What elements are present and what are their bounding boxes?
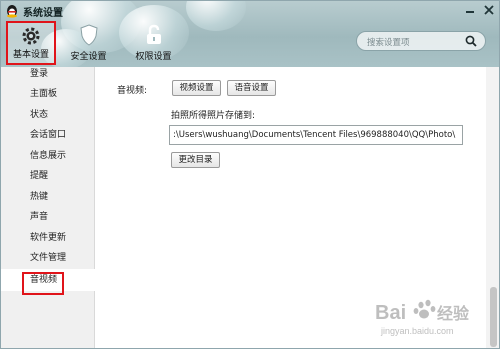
sidebar-item-reminder[interactable]: 提醒	[1, 166, 95, 186]
sidebar-item-status[interactable]: 状态	[1, 105, 95, 125]
tab-label: 权限设置	[135, 52, 172, 62]
minimize-icon	[466, 11, 474, 13]
audio-video-section-label: 音视频:	[117, 86, 148, 96]
tab-label: 安全设置	[70, 52, 107, 62]
tab-security-settings[interactable]: 安全设置	[61, 21, 116, 65]
settings-window: 系统设置 基本设置 安全设置 权限设置 搜索设置项 登录 主面板 状态 会话窗口…	[0, 0, 500, 349]
sidebar-item-label: 声音	[30, 212, 49, 222]
qq-penguin-icon	[7, 5, 17, 18]
tab-permission-settings[interactable]: 权限设置	[131, 21, 176, 65]
sidebar-item-label: 登录	[30, 69, 49, 79]
gear-icon	[22, 27, 40, 45]
video-settings-button[interactable]: 视频设置	[172, 80, 221, 96]
close-button[interactable]	[481, 3, 497, 17]
close-icon	[484, 5, 494, 15]
search-placeholder: 搜索设置项	[367, 38, 410, 48]
svg-text:Bai: Bai	[375, 302, 406, 324]
sidebar-item-file-management[interactable]: 文件管理	[1, 248, 95, 268]
tab-basic-settings[interactable]: 基本设置	[6, 21, 56, 65]
audio-settings-button[interactable]: 语音设置	[227, 80, 276, 96]
highlight-box-audio-video	[22, 272, 64, 295]
sidebar-item-login[interactable]: 登录	[1, 64, 95, 84]
sidebar: 登录 主面板 状态 会话窗口 信息展示 提醒 热键 声音 软件更新 文件管理 音…	[1, 64, 95, 348]
sidebar-item-software-update[interactable]: 软件更新	[1, 228, 95, 248]
sidebar-item-hotkeys[interactable]: 热键	[1, 187, 95, 207]
shield-icon	[80, 24, 98, 46]
photo-save-location-label: 拍照所得照片存储到:	[171, 111, 256, 121]
lock-icon	[147, 24, 161, 44]
sidebar-item-label: 信息展示	[30, 151, 67, 161]
sidebar-item-info-display[interactable]: 信息展示	[1, 146, 95, 166]
svg-text:jingyan.baidu.com: jingyan.baidu.com	[380, 326, 454, 336]
baidu-jingyan-watermark: Bai 经验 jingyan.baidu.com	[373, 295, 498, 339]
sidebar-item-label: 软件更新	[30, 233, 67, 243]
search-input[interactable]: 搜索设置项	[356, 31, 486, 51]
title-bar: 系统设置	[1, 1, 499, 21]
sidebar-item-main-panel[interactable]: 主面板	[1, 84, 95, 104]
minimize-button[interactable]	[462, 3, 478, 17]
sidebar-item-label: 提醒	[30, 171, 49, 181]
sidebar-item-label: 会话窗口	[30, 130, 67, 140]
tab-label: 基本设置	[12, 50, 49, 60]
svg-text:经验: 经验	[437, 304, 470, 323]
sidebar-item-label: 主面板	[30, 89, 58, 99]
sidebar-item-label: 热键	[30, 192, 49, 202]
search-icon[interactable]	[465, 35, 477, 47]
change-directory-button[interactable]: 更改目录	[171, 152, 220, 168]
sidebar-item-label: 状态	[30, 110, 49, 120]
baidu-paw-logo: Bai 经验 jingyan.baidu.com	[375, 299, 470, 336]
photo-save-path-field[interactable]: :\Users\wushuang\Documents\Tencent Files…	[169, 125, 463, 145]
sidebar-item-chat-window[interactable]: 会话窗口	[1, 125, 95, 145]
window-title: 系统设置	[23, 8, 63, 19]
sidebar-item-label: 文件管理	[30, 253, 67, 263]
sidebar-item-sound[interactable]: 声音	[1, 207, 95, 227]
